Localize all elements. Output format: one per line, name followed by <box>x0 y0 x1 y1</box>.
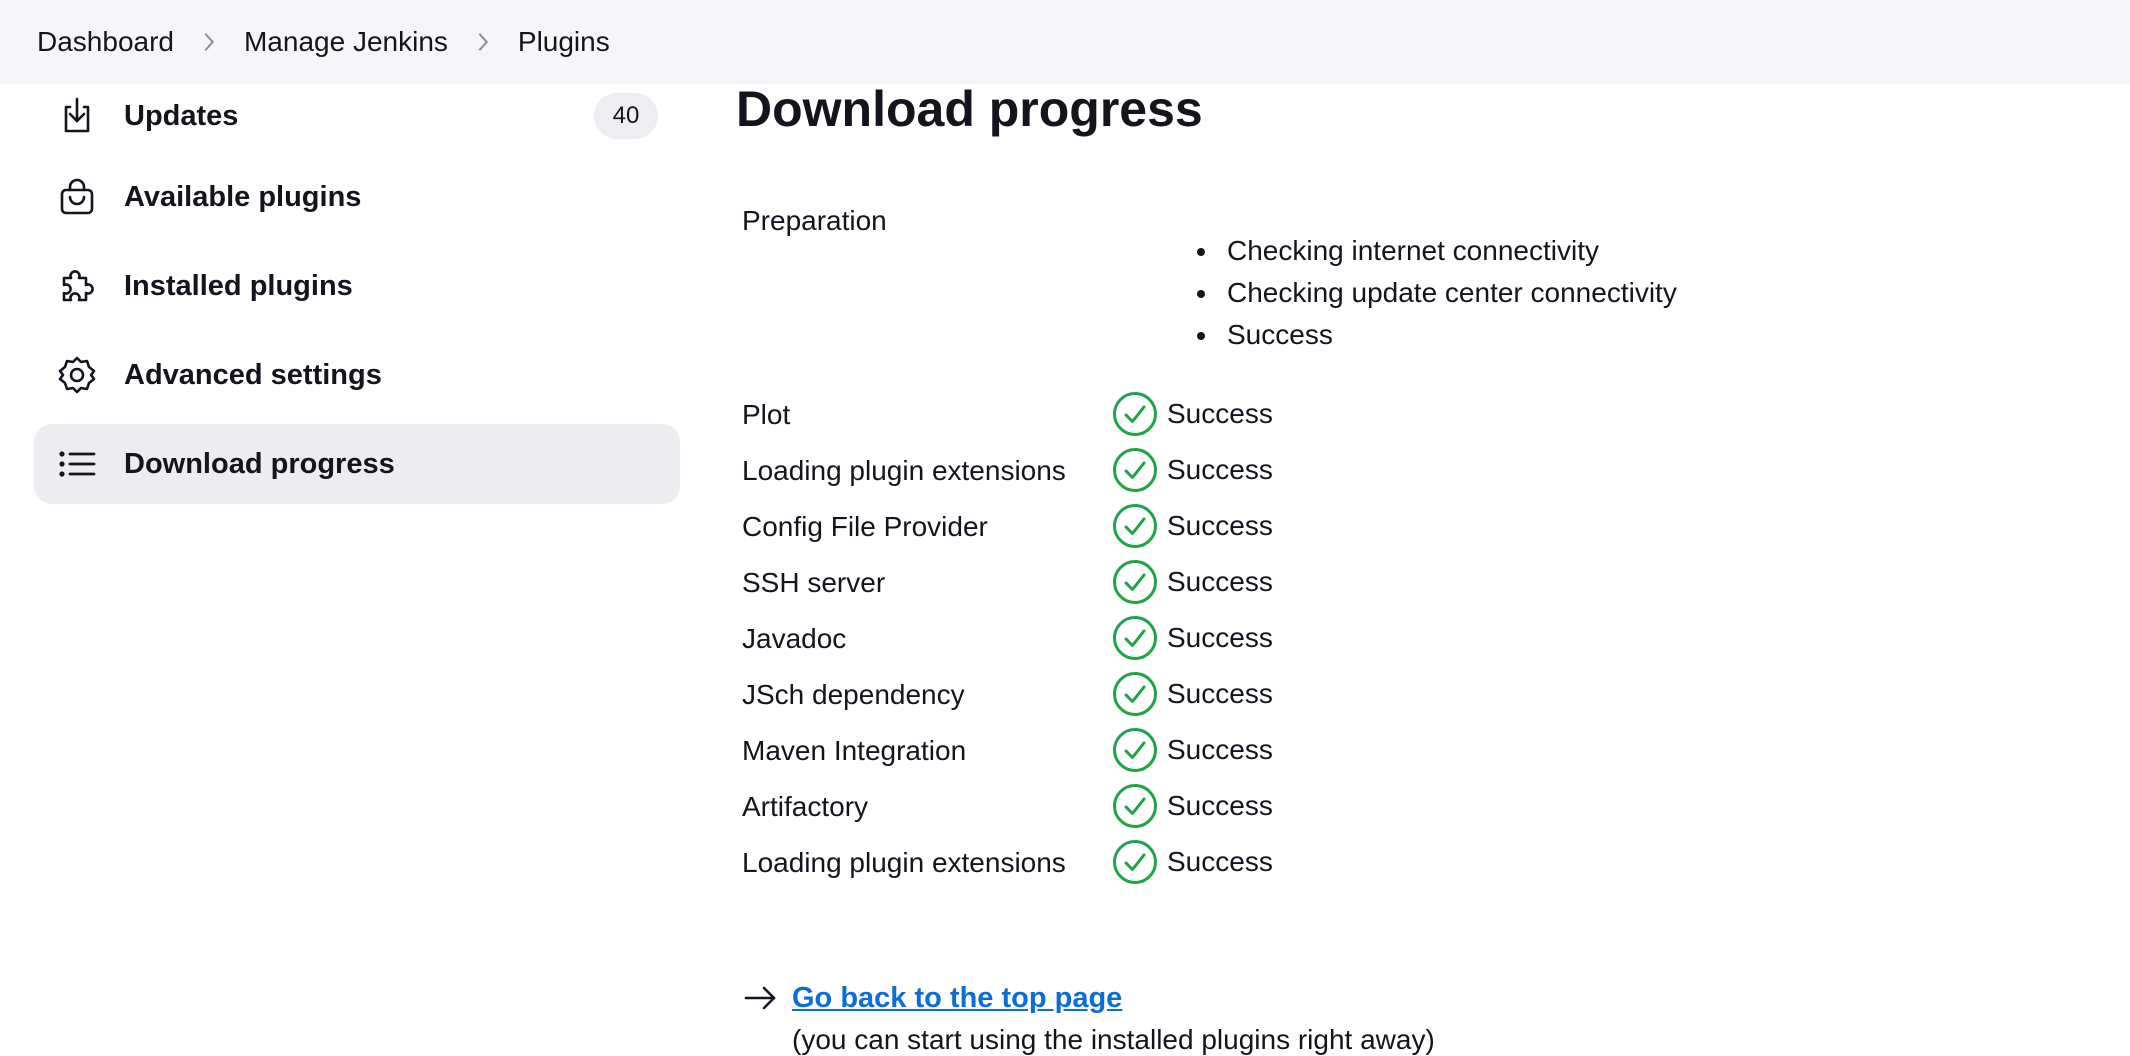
arrow-right-icon <box>744 986 776 1010</box>
plugin-name: Maven Integration <box>742 735 967 766</box>
check-circle-icon <box>1113 448 1157 492</box>
status-badge: Success <box>1112 839 1273 885</box>
preparation-label: Preparation <box>742 205 887 236</box>
sidebar-item-label: Updates <box>124 99 239 132</box>
breadcrumb-plugins[interactable]: Plugins <box>518 26 610 58</box>
check-circle-icon <box>1113 504 1157 548</box>
sidebar: Updates 40 Available plugins Installed p… <box>34 84 680 513</box>
sidebar-item-advanced-settings[interactable]: Advanced settings <box>34 335 680 415</box>
check-circle-icon <box>1113 784 1157 828</box>
list-icon <box>56 443 98 485</box>
gear-icon <box>56 354 98 396</box>
plugin-row: JSch dependency Success <box>736 667 1736 723</box>
sidebar-item-label: Download progress <box>124 447 395 480</box>
breadcrumb-manage-jenkins[interactable]: Manage Jenkins <box>244 26 448 58</box>
back-note: (you can start using the installed plugi… <box>792 1024 1435 1055</box>
plugin-name: SSH server <box>742 567 886 598</box>
sidebar-item-label: Advanced settings <box>124 358 382 391</box>
check-circle-icon <box>1113 840 1157 884</box>
status-badge: Success <box>1112 447 1273 493</box>
plugin-row: Javadoc Success <box>736 611 1736 667</box>
download-icon <box>56 95 98 137</box>
status-badge: Success <box>1112 503 1273 549</box>
breadcrumb: Dashboard Manage Jenkins Plugins <box>0 0 2130 84</box>
sidebar-item-available-plugins[interactable]: Available plugins <box>34 157 680 237</box>
plugin-name: Plot <box>742 399 791 430</box>
check-circle-icon <box>1113 728 1157 772</box>
plugin-row: SSH server Success <box>736 555 1736 611</box>
updates-count-badge: 40 <box>594 93 658 139</box>
plugin-row: Loading plugin extensions Success <box>736 835 1736 891</box>
check-circle-icon <box>1113 616 1157 660</box>
plugin-name: Javadoc <box>742 623 847 654</box>
plugin-row: Loading plugin extensions Success <box>736 443 1736 499</box>
status-badge: Success <box>1112 391 1273 437</box>
plugin-name: Loading plugin extensions <box>742 455 1066 486</box>
puzzle-icon <box>56 265 98 307</box>
plugin-row: Maven Integration Success <box>736 723 1736 779</box>
status-badge: Success <box>1112 671 1273 717</box>
status-badge: Success <box>1112 783 1273 829</box>
preparation-steps: Checking internet connectivity Checking … <box>1192 230 1677 356</box>
plugin-name: Config File Provider <box>742 511 988 542</box>
chevron-right-icon <box>472 31 494 53</box>
breadcrumb-dashboard[interactable]: Dashboard <box>37 26 174 58</box>
plugin-name: JSch dependency <box>742 679 965 710</box>
list-item: Checking update center connectivity <box>1192 272 1677 314</box>
check-circle-icon <box>1113 672 1157 716</box>
plugin-row: Config File Provider Success <box>736 499 1736 555</box>
plugin-row: Plot Success <box>736 387 1736 443</box>
plugin-name: Artifactory <box>742 791 869 822</box>
check-circle-icon <box>1113 560 1157 604</box>
status-badge: Success <box>1112 727 1273 773</box>
sidebar-item-download-progress[interactable]: Download progress <box>34 424 680 504</box>
go-back-top-link[interactable]: Go back to the top page <box>792 982 1122 1015</box>
plugin-name: Loading plugin extensions <box>742 847 1066 878</box>
sidebar-item-installed-plugins[interactable]: Installed plugins <box>34 246 680 326</box>
back-to-top-row: Go back to the top page <box>736 980 1122 1016</box>
chevron-right-icon <box>198 31 220 53</box>
plugin-row: Artifactory Success <box>736 779 1736 835</box>
check-circle-icon <box>1113 392 1157 436</box>
sidebar-item-label: Installed plugins <box>124 269 353 302</box>
sidebar-item-updates[interactable]: Updates 40 <box>34 84 680 148</box>
sidebar-item-label: Available plugins <box>124 180 362 213</box>
list-item: Checking internet connectivity <box>1192 230 1677 272</box>
list-item: Success <box>1192 314 1677 356</box>
page-title: Download progress <box>736 81 1203 137</box>
shopping-bag-icon <box>56 176 98 218</box>
status-badge: Success <box>1112 615 1273 661</box>
status-badge: Success <box>1112 559 1273 605</box>
